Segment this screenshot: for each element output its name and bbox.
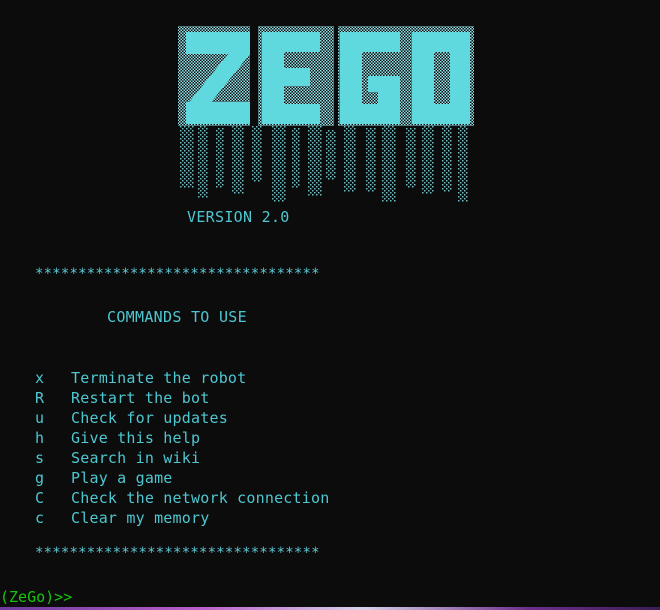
command-item-R: R Restart the bot: [35, 388, 329, 408]
separator-top: *********************************: [35, 266, 320, 282]
version-label: VERSION 2.0: [187, 208, 290, 226]
commands-list: x Terminate the robot R Restart the bot …: [35, 368, 329, 528]
command-description: Give this help: [71, 429, 201, 447]
command-description: Search in wiki: [71, 449, 201, 467]
command-key: C: [35, 489, 45, 507]
command-item-u: u Check for updates: [35, 408, 329, 428]
command-description: Restart the bot: [71, 389, 210, 407]
command-item-s: s Search in wiki: [35, 448, 329, 468]
separator-bottom: *********************************: [35, 545, 320, 561]
command-prompt[interactable]: (ZeGo)>>: [0, 588, 72, 606]
command-description: Play a game: [71, 469, 173, 487]
command-description: Terminate the robot: [71, 369, 247, 387]
command-item-h: h Give this help: [35, 428, 329, 448]
command-item-x: x Terminate the robot: [35, 368, 329, 388]
command-key: s: [35, 449, 45, 467]
command-key: h: [35, 429, 45, 447]
command-item-g: g Play a game: [35, 468, 329, 488]
command-description: Check the network connection: [71, 489, 330, 507]
command-description: Check for updates: [71, 409, 228, 427]
command-key: c: [35, 509, 45, 527]
command-key: g: [35, 469, 45, 487]
command-item-c: c Clear my memory: [35, 508, 329, 528]
command-description: Clear my memory: [71, 509, 210, 527]
command-item-C: C Check the network connection: [35, 488, 329, 508]
command-key: u: [35, 409, 45, 427]
zego-ascii-logo: [176, 22, 476, 206]
commands-title: COMMANDS TO USE: [107, 308, 247, 326]
command-key: x: [35, 369, 45, 387]
command-key: R: [35, 389, 45, 407]
